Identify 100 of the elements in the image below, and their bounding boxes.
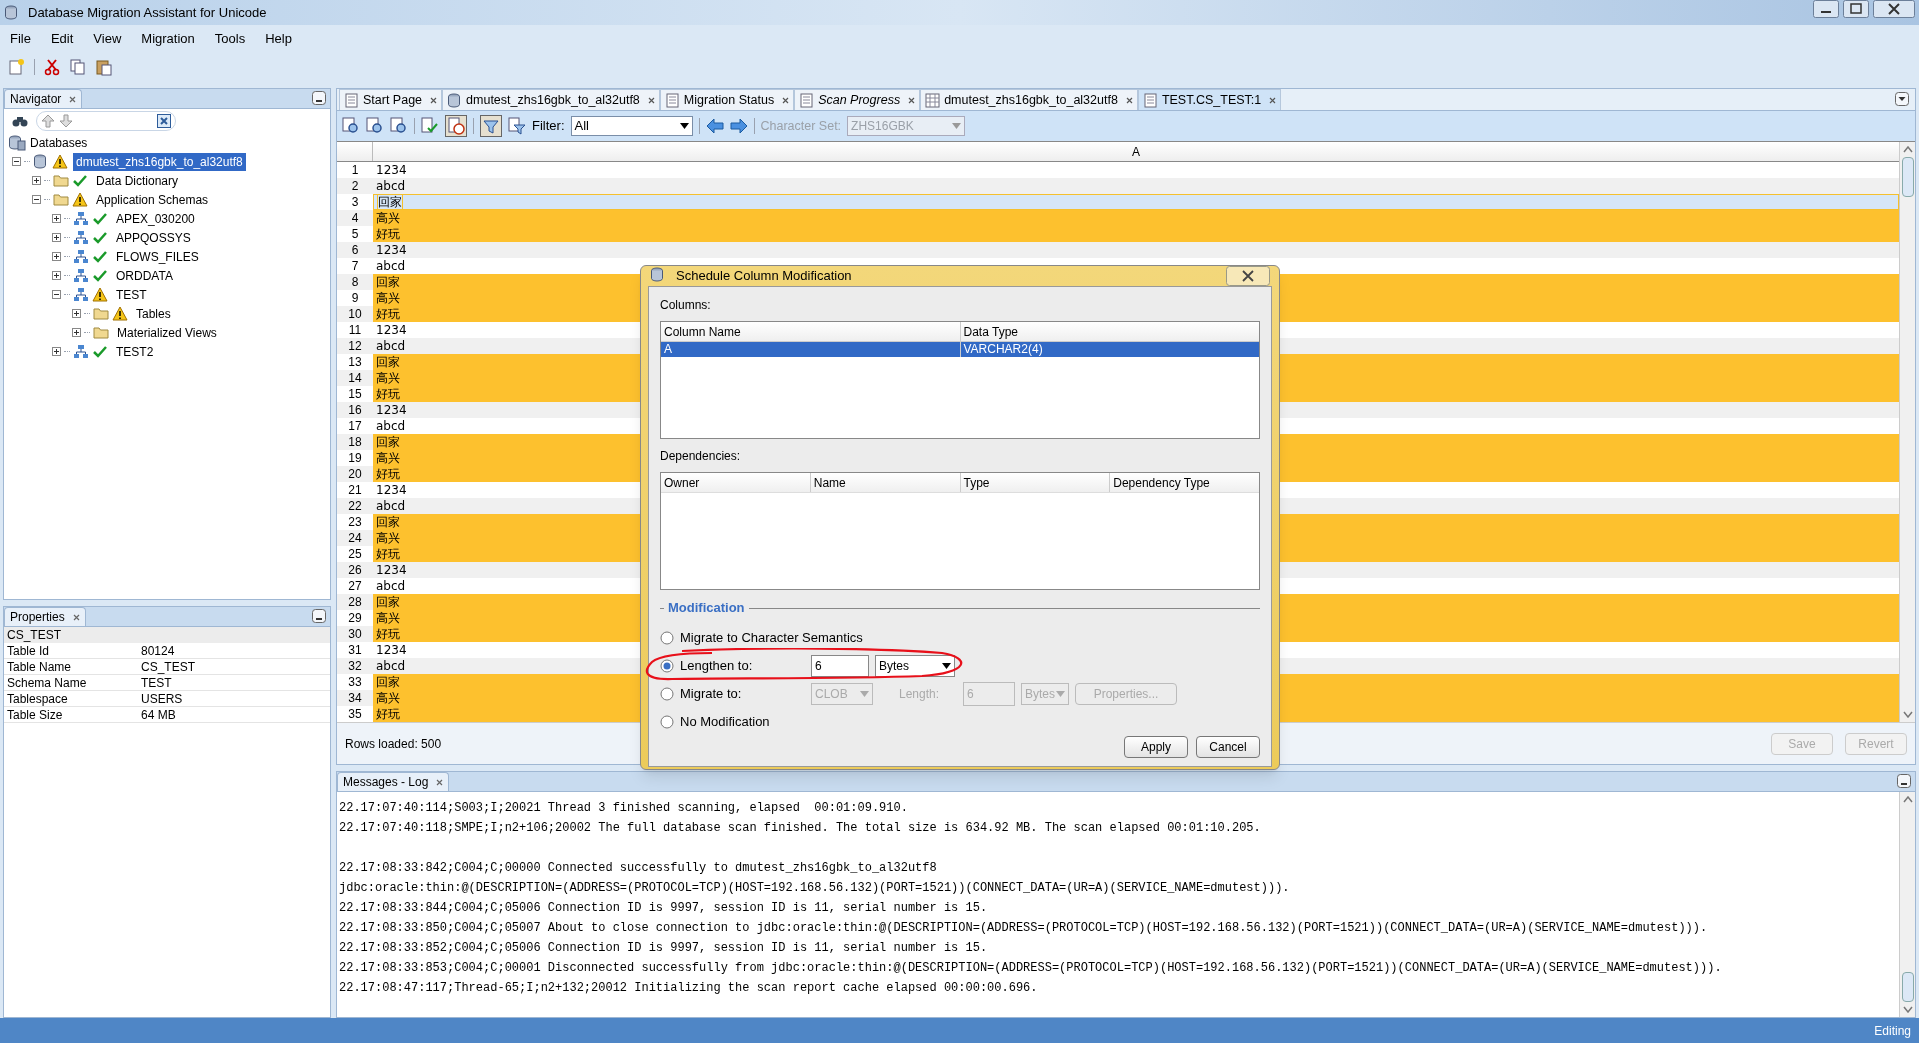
search-icon[interactable]	[342, 117, 360, 135]
column-header[interactable]: Data Type	[959, 322, 1259, 341]
minimize-icon[interactable]	[1897, 774, 1911, 788]
cut-icon[interactable]	[43, 58, 61, 76]
table-cell[interactable]: 回家	[376, 435, 400, 449]
table-cell[interactable]: 1234	[376, 563, 407, 577]
dropdown-icon[interactable]	[1895, 92, 1909, 106]
expand-icon[interactable]	[52, 214, 61, 223]
menu-item[interactable]: Migration	[139, 28, 197, 49]
table-cell[interactable]: 1234	[376, 643, 407, 657]
table-cell[interactable]: 1234	[376, 243, 407, 257]
radio-button[interactable]	[660, 659, 674, 673]
expand-icon[interactable]	[32, 176, 41, 185]
table-cell[interactable]: 高兴	[376, 531, 400, 545]
scrollbar[interactable]	[1899, 142, 1915, 722]
radio-button[interactable]	[660, 715, 674, 729]
scrollbar[interactable]	[1899, 792, 1915, 1017]
table-cell[interactable]: 好玩	[376, 627, 400, 641]
tree-item[interactable]: APEX_030200	[113, 209, 198, 228]
menu-item[interactable]: Help	[263, 28, 294, 49]
table-cell[interactable]: 好玩	[376, 227, 400, 241]
collapse-icon[interactable]	[12, 157, 21, 166]
editor-tab[interactable]: Start Page	[339, 89, 443, 110]
log-filter-icon[interactable]	[480, 115, 502, 137]
minimize-icon[interactable]	[312, 91, 326, 105]
table-cell[interactable]: 1234	[376, 163, 407, 177]
editor-tab[interactable]: dmutest_zhs16gbk_to_al32utf8	[920, 89, 1138, 110]
collapse-icon[interactable]	[32, 195, 41, 204]
column-header[interactable]: Column Name	[661, 322, 960, 341]
editor-tab[interactable]: dmutest_zhs16gbk_to_al32utf8	[442, 89, 660, 110]
table-cell[interactable]: abcd	[376, 499, 406, 513]
editor-tab[interactable]: TEST.CS_TEST:1	[1137, 89, 1282, 110]
table-cell[interactable]: 高兴	[376, 691, 400, 705]
zoom-icon[interactable]	[366, 117, 384, 135]
minimize-icon[interactable]	[1813, 0, 1839, 18]
table-cell[interactable]: 好玩	[376, 467, 400, 481]
editor-tab[interactable]: Migration Status	[659, 89, 795, 110]
expand-icon[interactable]	[52, 252, 61, 261]
tree-item[interactable]: dmutest_zhs16gbk_to_al32utf8	[73, 152, 246, 171]
tree-item[interactable]: TEST2	[113, 342, 157, 361]
table-cell[interactable]: 高兴	[376, 451, 400, 465]
copy-icon[interactable]	[69, 58, 87, 76]
maximize-icon[interactable]	[1843, 0, 1869, 18]
table-cell[interactable]: abcd	[376, 339, 406, 353]
forward-icon[interactable]	[729, 118, 748, 134]
length-field[interactable]: 6	[811, 655, 869, 677]
table-cell[interactable]: 1234	[376, 403, 407, 417]
close-icon[interactable]	[1226, 266, 1270, 286]
expand-icon[interactable]	[72, 328, 81, 337]
menu-item[interactable]: View	[91, 28, 124, 49]
table-cell[interactable]: 回家	[376, 355, 400, 369]
approve-icon[interactable]	[421, 117, 439, 135]
table-cell[interactable]: abcd	[376, 659, 406, 673]
table-cell[interactable]: 好玩	[376, 307, 400, 321]
table-cell[interactable]: 回家	[376, 275, 400, 289]
table-cell[interactable]: 高兴	[376, 371, 400, 385]
binoculars-icon[interactable]	[12, 114, 28, 128]
tree-item[interactable]: Tables	[133, 304, 174, 323]
radio-button[interactable]	[660, 631, 674, 645]
table-cell[interactable]: abcd	[376, 179, 406, 193]
table-cell[interactable]: 好玩	[376, 387, 400, 401]
expand-icon[interactable]	[72, 309, 81, 318]
table-cell[interactable]: abcd	[376, 259, 406, 273]
menu-item[interactable]: Tools	[212, 28, 248, 49]
tree-item[interactable]: APPQOSSYS	[113, 228, 194, 247]
table-cell[interactable]: 高兴	[376, 291, 400, 305]
editor-tab[interactable]: Scan Progress	[794, 89, 921, 110]
table-cell[interactable]: 回家	[376, 595, 400, 609]
column-header[interactable]: Name	[809, 473, 960, 492]
table-row[interactable]: A VARCHAR2(4)	[661, 342, 1259, 357]
radio-button[interactable]	[660, 687, 674, 701]
column-header[interactable]: Dependency Type	[1109, 473, 1259, 492]
panel-tab[interactable]: Navigator	[4, 89, 83, 108]
tree-item[interactable]: Data Dictionary	[93, 171, 182, 190]
table-cell[interactable]: abcd	[376, 419, 406, 433]
filter-field[interactable]	[36, 111, 176, 131]
tree-item[interactable]: Materialized Views	[114, 323, 220, 342]
cancel-button[interactable]: Cancel	[1196, 736, 1260, 758]
table-cell[interactable]: 1234	[376, 323, 407, 337]
expand-icon[interactable]	[52, 347, 61, 356]
panel-tab[interactable]: Messages - Log	[337, 772, 450, 791]
paste-icon[interactable]	[95, 58, 113, 76]
table-cell[interactable]: 高兴	[376, 211, 400, 225]
tree-item[interactable]: Application Schemas	[93, 190, 212, 209]
column-header[interactable]: Type	[959, 473, 1110, 492]
tree-item[interactable]: ORDDATA	[113, 266, 176, 285]
filter-dropdown[interactable]: All	[570, 116, 693, 136]
scrollbar-thumb[interactable]	[1901, 972, 1914, 1002]
menu-item[interactable]: File	[8, 28, 33, 49]
table-cell[interactable]: abcd	[376, 579, 406, 593]
table-cell[interactable]: 回家	[377, 194, 403, 210]
table-cell[interactable]: 高兴	[376, 611, 400, 625]
minimize-icon[interactable]	[312, 609, 326, 623]
scrollbar-thumb[interactable]	[1901, 157, 1914, 197]
apply-button[interactable]: Apply	[1124, 736, 1188, 758]
collapse-icon[interactable]	[52, 290, 61, 299]
tree-item[interactable]: TEST	[113, 285, 150, 304]
expand-icon[interactable]	[52, 233, 61, 242]
back-icon[interactable]	[705, 118, 724, 134]
table-cell[interactable]: 回家	[376, 675, 400, 689]
